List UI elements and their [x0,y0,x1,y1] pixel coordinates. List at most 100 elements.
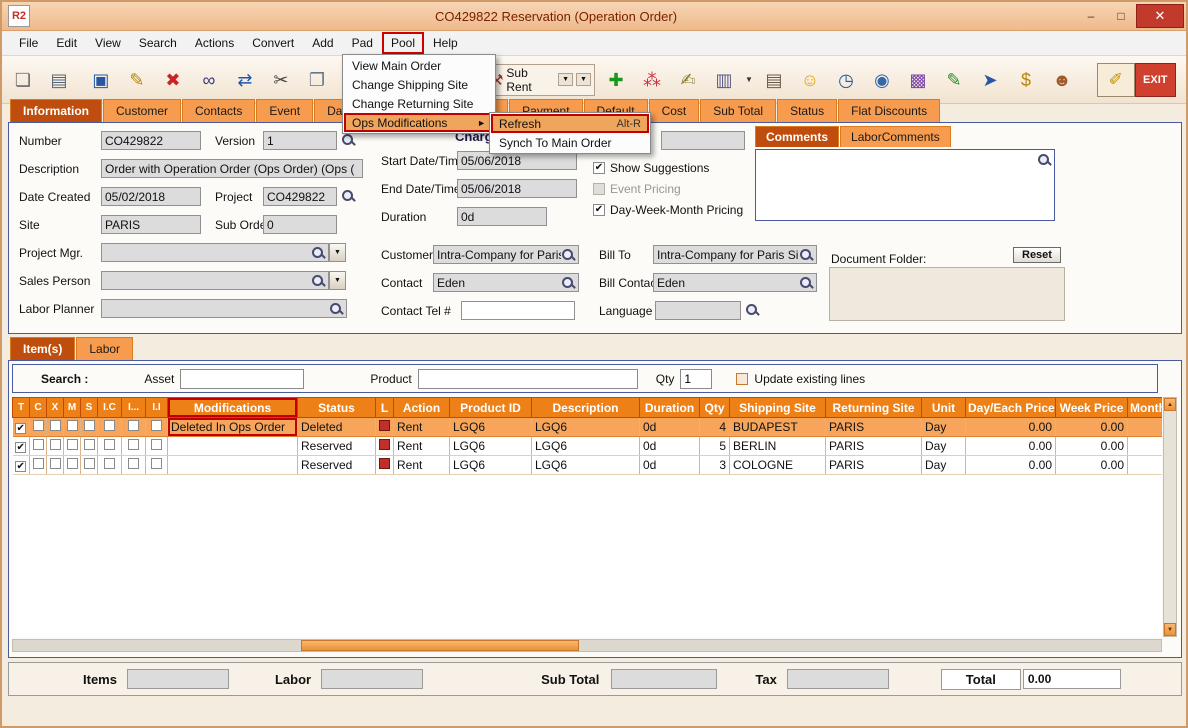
print-button[interactable]: ▤ [42,63,76,97]
cell-check-m[interactable] [64,437,81,456]
cell-returning-site[interactable]: PARIS [826,437,922,456]
edit-pencil-button[interactable]: ✎ [120,63,154,97]
cell-week-price[interactable]: 0.00 [1056,418,1128,437]
menu-edit[interactable]: Edit [47,32,86,54]
project-mgr-search-icon[interactable] [311,246,325,260]
event-pricing-checkbox[interactable]: Event Pricing [593,178,743,199]
tab-sub-total[interactable]: Sub Total [700,99,776,122]
checkbox-icon[interactable] [151,420,162,431]
checkbox-icon[interactable] [84,458,95,469]
cell-check-c[interactable] [30,437,47,456]
cell-unit[interactable]: Day [922,456,966,475]
scroll-up-icon[interactable]: ▲ [1164,398,1176,411]
cubes-button[interactable]: ▩ [901,63,935,97]
tab-flat-discounts[interactable]: Flat Discounts [838,99,940,122]
checkbox-icon[interactable] [128,439,139,450]
cell-description[interactable]: LGQ6 [532,437,640,456]
labor-planner-field[interactable] [101,299,347,318]
col-x[interactable]: X [47,398,64,418]
cell-l-flag[interactable] [376,456,394,475]
sales-person-dropdown-icon[interactable]: ▼ [329,271,346,290]
bill-to-search-icon[interactable] [799,248,813,262]
tab-event[interactable]: Event [256,99,313,122]
cell-duration[interactable]: 0d [640,456,700,475]
cell-qty[interactable]: 3 [700,456,730,475]
checkbox-icon[interactable] [50,420,61,431]
checkbox-icon[interactable] [67,439,78,450]
cell-check-i-i[interactable] [146,437,168,456]
scroll-down-icon[interactable]: ▼ [1164,623,1176,636]
new-document-button[interactable]: ❏ [6,63,40,97]
customer-field[interactable]: Intra-Company for Paris Si [433,245,579,264]
project-search-icon[interactable] [341,189,355,203]
col-returning-site[interactable]: Returning Site [826,398,922,418]
checkbox-icon[interactable]: ✔ [15,461,26,472]
menu-actions[interactable]: Actions [186,32,243,54]
contact-search-icon[interactable] [561,276,575,290]
asset-input[interactable] [180,369,304,389]
maximize-button[interactable]: □ [1106,5,1136,27]
bill-contact-field[interactable]: Eden [653,273,817,292]
cell-day-each-price[interactable]: 0.00 [966,456,1056,475]
cell-day-each-price[interactable]: 0.00 [966,437,1056,456]
tab-laborcomments[interactable]: LaborComments [840,126,951,147]
checkbox-icon[interactable] [104,420,115,431]
cell-duration[interactable]: 0d [640,418,700,437]
col-description[interactable]: Description [532,398,640,418]
cut-button[interactable]: ✂ [264,63,298,97]
cell-check-i-c[interactable] [98,456,122,475]
cell-check-s[interactable] [81,456,98,475]
tab-comments[interactable]: Comments [755,126,839,147]
sales-person-field[interactable] [101,271,329,290]
contact-tel-field[interactable] [461,301,575,320]
cell-check-t[interactable]: ✔ [13,456,30,475]
people-button[interactable]: ☻ [1045,63,1079,97]
find-binoculars-button[interactable]: ∞ [192,63,226,97]
convert-document-button[interactable]: ⇄ [228,63,262,97]
menu-item-refresh[interactable]: RefreshAlt-R [491,114,649,133]
cell-check-i[interactable] [122,456,146,475]
cell-check-x[interactable] [47,456,64,475]
cell-qty[interactable]: 5 [700,437,730,456]
copy-button[interactable]: ❐ [300,63,334,97]
key-arrow-button[interactable]: ➤ [973,63,1007,97]
day-week-month-pricing-checkbox[interactable]: ✔Day-Week-Month Pricing [593,199,743,220]
product-input[interactable] [418,369,638,389]
comments-textarea[interactable] [755,149,1055,221]
tab-information[interactable]: Information [10,99,102,122]
col-action[interactable]: Action [394,398,450,418]
checkbox-icon[interactable]: ✔ [15,442,26,453]
tab-customer[interactable]: Customer [103,99,181,122]
cell-unit[interactable]: Day [922,437,966,456]
checkbox-icon[interactable]: ✔ [593,162,605,174]
exit-button[interactable]: EXIT [1135,63,1176,97]
menu-help[interactable]: Help [424,32,467,54]
menu-search[interactable]: Search [130,32,186,54]
cell-shipping-site[interactable]: BUDAPEST [730,418,826,437]
menu-item-change-shipping-site[interactable]: Change Shipping Site [344,75,494,94]
col-s[interactable]: S [81,398,98,418]
language-search-icon[interactable] [745,303,759,317]
col-shipping-site[interactable]: Shipping Site [730,398,826,418]
checkbox-icon[interactable] [151,439,162,450]
sub-rent-dropdown2-icon[interactable]: ▼ [576,73,591,86]
cell-month-price[interactable] [1128,437,1163,456]
col-duration[interactable]: Duration [640,398,700,418]
vertical-scrollbar[interactable]: ▲ ▼ [1163,397,1177,637]
cell-check-x[interactable] [47,437,64,456]
project-mgr-field[interactable] [101,243,329,262]
sub-rent-button[interactable]: ⚒ Sub Rent ▼ ▼ [486,64,595,96]
cell-modifications[interactable] [168,437,298,456]
cards-dropdown-button[interactable]: ▼ [743,63,755,97]
cell-status[interactable]: Reserved [298,456,376,475]
qty-input[interactable] [680,369,712,389]
minimize-button[interactable]: – [1076,5,1106,27]
menu-item-ops-modifications[interactable]: Ops Modifications► [344,113,494,132]
checkbox-icon[interactable] [33,458,44,469]
sales-person-search-icon[interactable] [311,274,325,288]
color-options-button[interactable]: ⁂ [635,63,669,97]
cell-check-i-i[interactable] [146,456,168,475]
cell-check-i-c[interactable] [98,437,122,456]
note-edit-button[interactable]: ✍ [671,63,705,97]
horizontal-scrollbar-thumb[interactable] [301,640,579,651]
